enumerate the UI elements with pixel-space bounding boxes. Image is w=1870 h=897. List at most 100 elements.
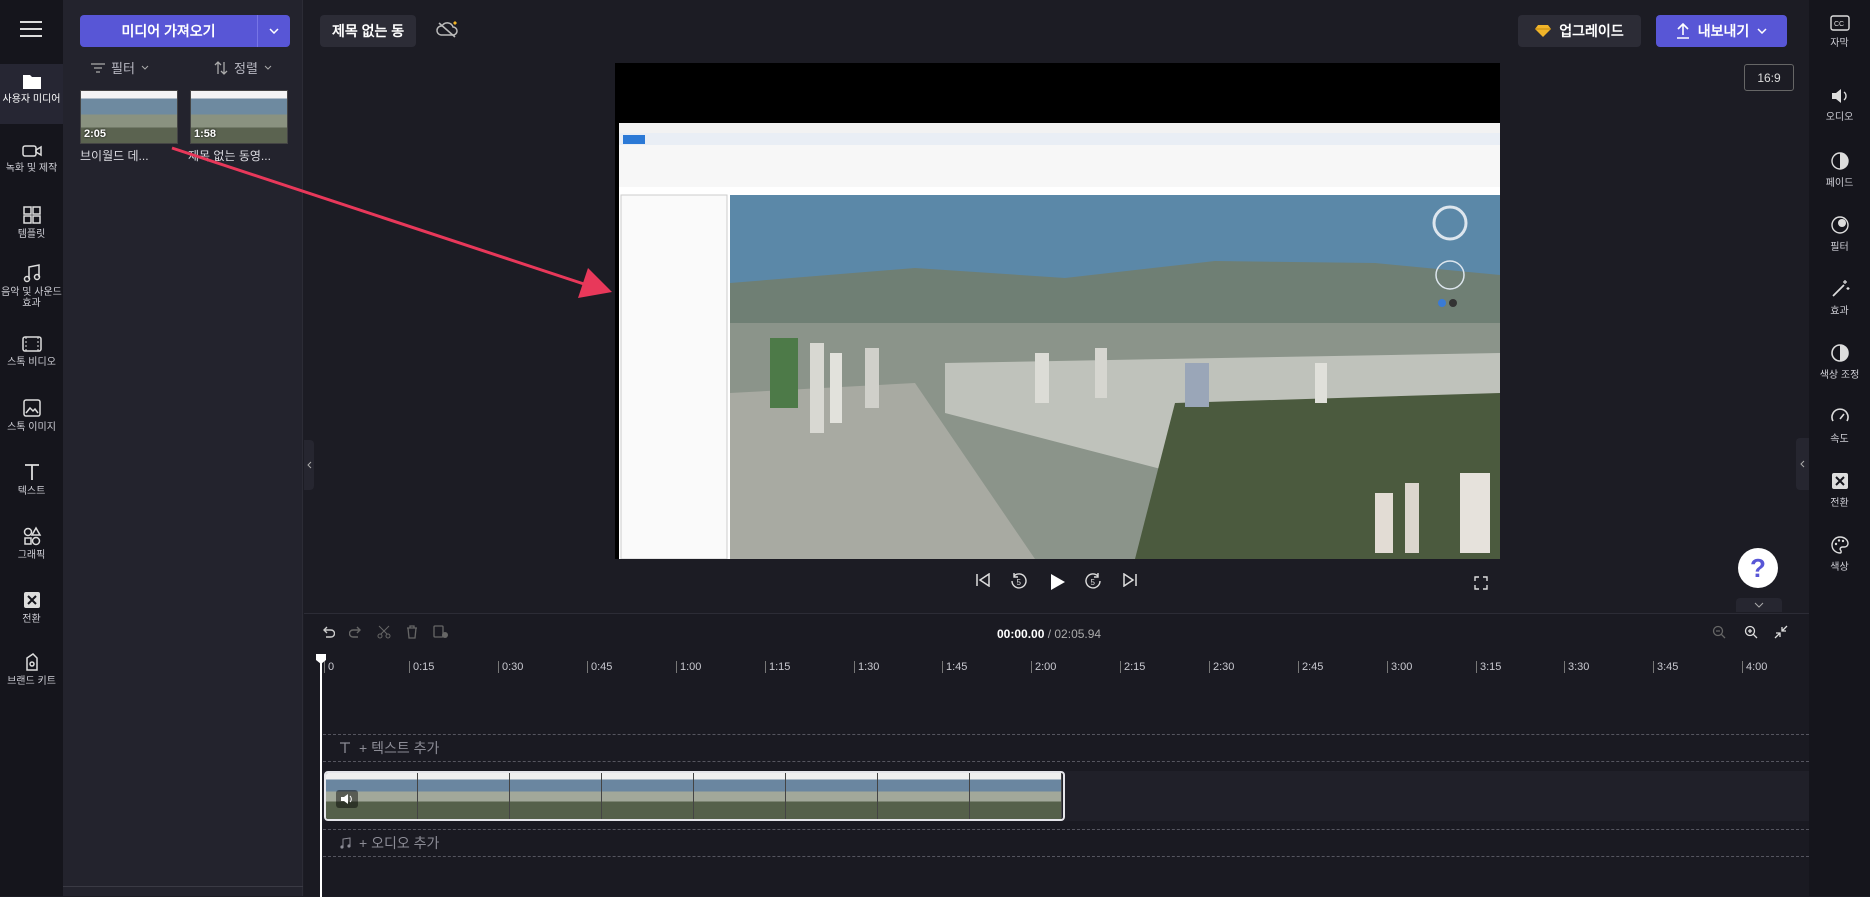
- collapse-arrows-icon: [1774, 625, 1788, 639]
- text-icon: [340, 742, 350, 753]
- media-duration: 1:58: [194, 128, 217, 140]
- fullscreen-icon: [1474, 576, 1488, 590]
- nav-stock-images[interactable]: 스톡 이미지: [0, 398, 63, 433]
- sort-button[interactable]: 정렬: [214, 58, 272, 77]
- current-time: 00:00.00: [997, 627, 1045, 641]
- trash-icon: [407, 625, 417, 639]
- timeline-tick: 2:45: [1298, 661, 1323, 673]
- right-navigation: CC 자막 오디오 페이드 필터 효과 색상 조정 속도 전환 색상: [1809, 0, 1870, 896]
- nav-label: 전환: [22, 614, 41, 625]
- filter-button[interactable]: 필터: [91, 58, 149, 77]
- fullscreen-button[interactable]: [1474, 576, 1488, 595]
- svg-text:CC: CC: [1834, 21, 1844, 28]
- rnav-label: 속도: [1830, 434, 1849, 445]
- forward-5-button[interactable]: 5: [1084, 572, 1102, 595]
- timeline-tick: 2:15: [1120, 661, 1145, 673]
- nav-label: 스톡 이미지: [7, 422, 56, 433]
- project-title[interactable]: 제목 없는 동: [320, 15, 417, 47]
- rnav-audio[interactable]: 오디오: [1809, 87, 1870, 123]
- export-button[interactable]: 내보내기: [1656, 15, 1787, 47]
- svg-text:5: 5: [1091, 578, 1096, 587]
- clip-audio-toggle[interactable]: [336, 790, 358, 808]
- rnav-label: 오디오: [1825, 112, 1854, 123]
- nav-graphics[interactable]: 그래픽: [0, 526, 63, 561]
- nav-music[interactable]: 음악 및 사운드 효과: [0, 263, 63, 309]
- nav-user-media[interactable]: 사용자 미디어: [0, 64, 63, 124]
- rewind-5-button[interactable]: 5: [1010, 572, 1028, 595]
- timeline-tick: 0:45: [587, 661, 612, 673]
- rnav-label: 페이드: [1825, 178, 1854, 189]
- nav-stock-video[interactable]: 스톡 비디오: [0, 335, 63, 368]
- rnav-filters[interactable]: 필터: [1809, 215, 1870, 253]
- media-thumbnail[interactable]: 1:58: [190, 90, 288, 144]
- nav-transitions[interactable]: 전환: [0, 590, 63, 625]
- clip-frame: [878, 773, 970, 819]
- cloud-sync-icon[interactable]: [436, 20, 460, 45]
- skip-to-end-button[interactable]: [1122, 572, 1138, 592]
- skip-forward-icon: [1123, 572, 1137, 588]
- clip-frame: [602, 773, 694, 819]
- zoom-in-button[interactable]: [1744, 625, 1758, 644]
- duplicate-button[interactable]: [433, 625, 449, 644]
- chevron-down-icon: [264, 65, 272, 70]
- rnav-fade[interactable]: 페이드: [1809, 151, 1870, 189]
- zoom-out-icon: [1712, 625, 1726, 639]
- chevron-down-icon: [1757, 28, 1767, 34]
- play-button[interactable]: [1048, 573, 1066, 596]
- timeline-tick: 3:45: [1653, 661, 1678, 673]
- timeline-tick: 2:30: [1209, 661, 1234, 673]
- rnav-speed[interactable]: 속도: [1809, 407, 1870, 445]
- import-media-label[interactable]: 미디어 가져오기: [80, 15, 258, 47]
- collapse-left-panel-button[interactable]: [304, 440, 314, 490]
- speaker-icon: [341, 794, 352, 804]
- add-text-track[interactable]: + 텍스트 추가: [323, 734, 1809, 762]
- nav-text[interactable]: 텍스트: [0, 462, 63, 497]
- playhead[interactable]: [320, 654, 322, 897]
- nav-record[interactable]: 녹화 및 제작: [0, 143, 63, 174]
- clip-frame: [418, 773, 510, 819]
- video-preview[interactable]: [615, 63, 1500, 559]
- skip-back-icon: [976, 572, 990, 588]
- rnav-color[interactable]: 색상: [1809, 535, 1870, 573]
- collapse-right-panel-button[interactable]: [1796, 438, 1809, 490]
- rnav-effects[interactable]: 효과: [1809, 279, 1870, 317]
- hamburger-menu-icon[interactable]: [20, 21, 42, 42]
- rnav-label: 전환: [1830, 498, 1849, 509]
- rnav-label: 필터: [1830, 242, 1849, 253]
- nav-brand-kit[interactable]: 브랜드 키트: [0, 652, 63, 687]
- nav-label: 음악 및 사운드 효과: [1, 287, 62, 309]
- delete-button[interactable]: [405, 625, 419, 644]
- timeline-tick: 1:30: [854, 661, 879, 673]
- music-note-icon: [340, 837, 351, 849]
- rnav-captions[interactable]: CC 자막: [1809, 15, 1870, 49]
- left-navigation: 사용자 미디어 녹화 및 제작 템플릿 음악 및 사운드 효과 스톡 비디오 스…: [0, 0, 63, 896]
- aspect-ratio-button[interactable]: 16:9: [1744, 64, 1794, 91]
- rnav-label: 자막: [1830, 38, 1849, 49]
- filter-lines-icon: [91, 62, 105, 73]
- rnav-color-adjust[interactable]: 색상 조정: [1809, 343, 1870, 381]
- playhead-handle[interactable]: [315, 652, 327, 670]
- media-duration: 2:05: [84, 128, 107, 140]
- skip-to-start-button[interactable]: [975, 572, 991, 592]
- shapes-icon: [23, 526, 41, 546]
- upgrade-button[interactable]: 업그레이드: [1518, 15, 1641, 47]
- rnav-transitions[interactable]: 전환: [1809, 471, 1870, 509]
- fit-timeline-button[interactable]: [1774, 625, 1788, 644]
- nav-templates[interactable]: 템플릿: [0, 205, 63, 240]
- zoom-out-button[interactable]: [1712, 625, 1726, 644]
- rnav-label: 효과: [1830, 306, 1849, 317]
- media-thumbnail[interactable]: 2:05: [80, 90, 178, 144]
- import-media-button[interactable]: 미디어 가져오기: [80, 15, 290, 47]
- help-button[interactable]: ?: [1738, 548, 1778, 588]
- import-dropdown-button[interactable]: [258, 15, 290, 47]
- collapse-timeline-button[interactable]: [1736, 598, 1782, 612]
- timecode: 00:00.00 / 02:05.94: [997, 627, 1101, 641]
- add-audio-track[interactable]: + 오디오 추가: [323, 829, 1809, 857]
- cut-button[interactable]: [377, 625, 391, 644]
- add-text-label: + 텍스트 추가: [359, 740, 440, 756]
- redo-button[interactable]: [348, 625, 363, 644]
- video-clip[interactable]: [324, 771, 1065, 821]
- top-bar: 제목 없는 동 업그레이드 내보내기 16:9: [304, 0, 1809, 91]
- cc-icon: CC: [1829, 15, 1850, 31]
- undo-button[interactable]: [321, 625, 336, 644]
